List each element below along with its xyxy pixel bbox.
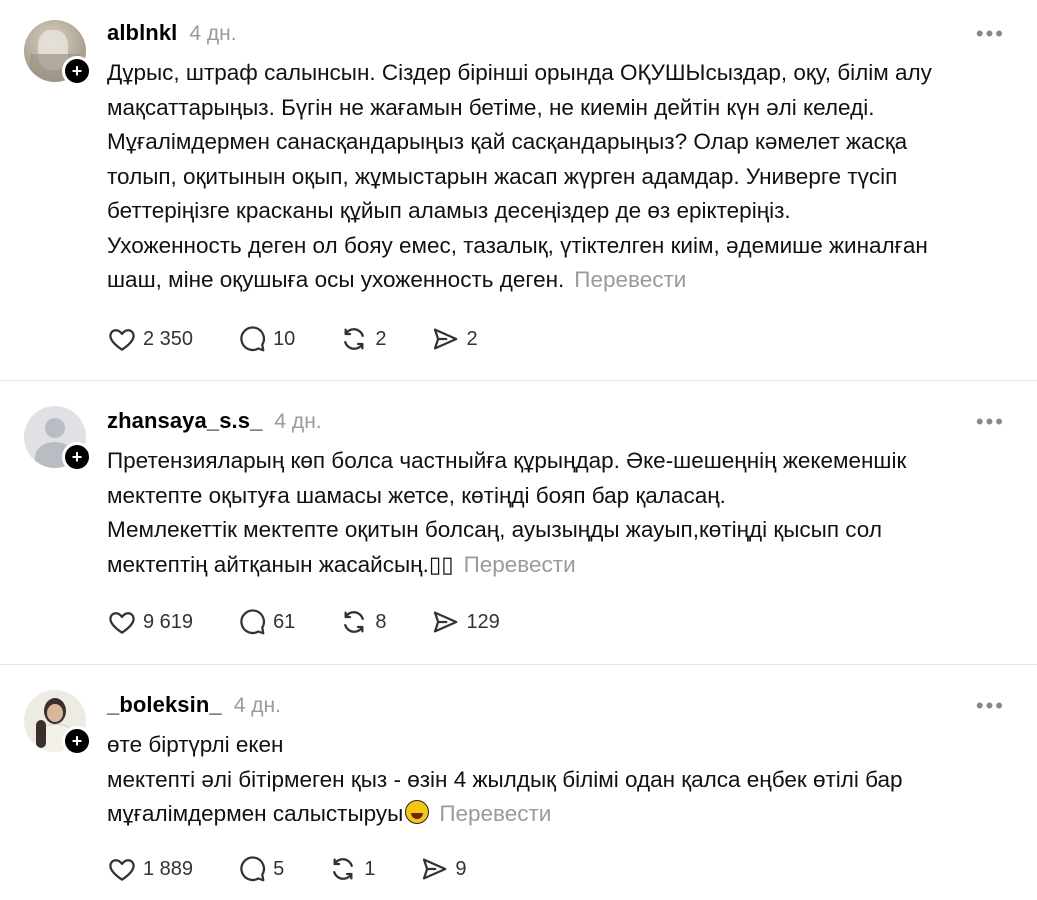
share-count: 9 (455, 857, 467, 880)
like-count: 1 889 (143, 857, 194, 880)
repost-icon (333, 858, 354, 880)
follow-plus-icon[interactable]: + (62, 726, 92, 756)
more-dots-icon[interactable]: ••• (976, 23, 1005, 45)
divider (0, 664, 1037, 665)
like-button[interactable]: 9 619 (107, 607, 193, 637)
like-button[interactable]: 2 350 (107, 324, 193, 354)
text-line: мұғалімдермен салыстыруы Перевести (107, 797, 1007, 832)
share-button[interactable]: 129 (430, 607, 500, 637)
avatar[interactable]: + (24, 20, 92, 86)
like-count: 9 619 (143, 610, 194, 633)
text-line: өте біртүрлі екен (107, 732, 284, 757)
send-icon (423, 858, 447, 880)
send-icon (434, 611, 458, 633)
text-line: Претензияларың көп болса частныйға құрың… (107, 448, 907, 473)
more-dots-icon[interactable]: ••• (976, 411, 1005, 433)
heart-icon (109, 329, 135, 351)
text-line: беттеріңізге красканы құйып аламыз десең… (107, 198, 791, 223)
share-button[interactable]: 2 (430, 324, 478, 354)
post-header: zhansaya_s.s_ 4 дн. (107, 406, 322, 436)
share-count: 129 (466, 610, 500, 633)
post-text: Претензияларың көп болса частныйға құрың… (107, 444, 1007, 582)
repost-count: 2 (375, 327, 387, 350)
post-header: _boleksin_ 4 дн. (107, 690, 281, 720)
more-dots-icon[interactable]: ••• (976, 695, 1005, 717)
reply-button[interactable]: 10 (237, 324, 295, 354)
timestamp[interactable]: 4 дн. (274, 410, 321, 433)
rolling-laughing-emoji (405, 800, 430, 824)
post-header: alblnkl 4 дн. (107, 18, 237, 48)
reply-count: 10 (273, 327, 296, 350)
text-line: Мемлекеттік мектепте оқитын болсаң, ауыз… (107, 517, 882, 542)
translate-link[interactable]: Перевести (574, 267, 686, 292)
avatar[interactable]: + (24, 690, 92, 756)
like-count: 2 350 (143, 327, 194, 350)
comment-icon (240, 856, 266, 882)
comment-icon (240, 609, 266, 635)
text-line: мектепті әлі бітірмеген қыз - өзін 4 жыл… (107, 766, 903, 792)
text-line-end: мұғалімдермен салыстыруы (107, 801, 404, 826)
repost-count: 1 (364, 857, 376, 880)
text-line: Мұғалімдермен санасқандарыңыз қай сасқан… (107, 129, 908, 154)
comment-icon (240, 326, 266, 352)
text-line: Ухоженность деген ол бояу емес, тазалық,… (107, 232, 928, 258)
timestamp[interactable]: 4 дн. (234, 694, 281, 717)
like-button[interactable]: 1 889 (107, 854, 193, 884)
username[interactable]: _boleksin_ (107, 692, 222, 717)
username[interactable]: zhansaya_s.s_ (107, 408, 262, 433)
text-line: шаш, міне оқушыға осы ухоженность деген.… (107, 263, 1007, 298)
username[interactable]: alblnkl (107, 20, 177, 45)
translate-link[interactable]: Перевести (439, 801, 551, 826)
reply-count: 5 (273, 857, 285, 880)
send-icon (434, 328, 458, 350)
translate-link[interactable]: Перевести (464, 552, 576, 577)
text-line: толып, оқитынын оқып, жұмыстарын жасап ж… (107, 163, 898, 189)
share-count: 2 (466, 327, 478, 350)
text-line-end: шаш, міне оқушыға осы ухоженность деген. (107, 267, 565, 292)
repost-icon (344, 611, 365, 633)
heart-icon (109, 612, 135, 634)
action-bar: 9 619 61 8 129 (107, 605, 544, 639)
follow-plus-icon[interactable]: + (62, 56, 92, 86)
heart-icon (109, 859, 135, 881)
repost-button[interactable]: 8 (339, 607, 386, 637)
text-line: мектепте оқытуға шамасы жетсе, көтіңді б… (107, 482, 726, 508)
repost-button[interactable]: 1 (328, 854, 375, 884)
reply-button[interactable]: 61 (237, 607, 295, 637)
divider (0, 380, 1037, 381)
reply-button[interactable]: 5 (237, 854, 284, 884)
action-bar: 1 889 5 1 9 (107, 852, 510, 886)
post-text: Дұрыс, штраф салынсын. Сіздер бірінші ор… (107, 56, 1007, 298)
text-line: Дұрыс, штраф салынсын. Сіздер бірінші ор… (107, 60, 932, 85)
repost-icon (344, 328, 365, 350)
text-line: мақсаттарыңыз. Бүгін не жағамын бетіме, … (107, 94, 875, 120)
follow-plus-icon[interactable]: + (62, 442, 92, 472)
share-button[interactable]: 9 (419, 854, 466, 884)
reply-count: 61 (273, 610, 296, 633)
repost-count: 8 (375, 610, 387, 633)
post-text: өте біртүрлі екен мектепті әлі бітірмеге… (107, 728, 1007, 832)
repost-button[interactable]: 2 (339, 324, 386, 354)
action-bar: 2 350 10 2 2 (107, 322, 522, 356)
timestamp[interactable]: 4 дн. (189, 22, 236, 45)
text-line: мектептің айтқанын жасайсың.▯▯ Перевести (107, 548, 1007, 583)
text-line-end: мектептің айтқанын жасайсың.▯▯ (107, 551, 454, 577)
avatar[interactable]: + (24, 406, 92, 472)
